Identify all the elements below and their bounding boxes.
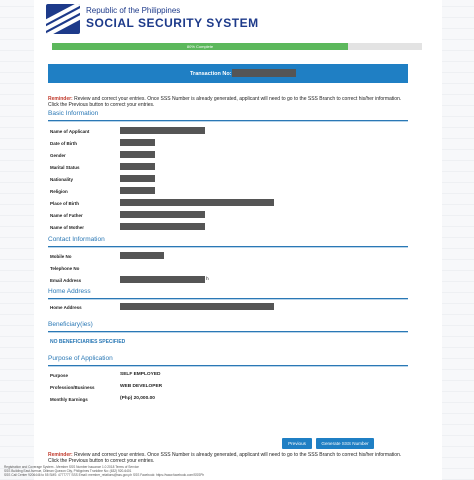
section-title: Beneficiary(ies) (48, 321, 93, 328)
profession-value: WEB DEVELOPER (120, 384, 163, 389)
field-label: Email Address (50, 278, 82, 283)
progress-label: 80% Complete (186, 44, 214, 49)
header-subtitle: Republic of the Philippines (86, 6, 181, 15)
email-tail: h (206, 277, 209, 282)
section-title: Home Address (48, 288, 91, 295)
value-redacted (120, 163, 155, 170)
monthly-earnings-value: (Php) 20,000.00 (120, 396, 155, 401)
header-title: SOCIAL SECURITY SYSTEM (86, 16, 259, 30)
section-title: Basic Information (48, 110, 99, 117)
field-label: Nationality (50, 177, 74, 182)
value-redacted (120, 211, 205, 218)
value-redacted (120, 303, 274, 310)
field-label: Purpose (50, 373, 69, 378)
field-label: Mobile No (50, 254, 72, 259)
field-label: Name of Father (50, 213, 83, 218)
registration-page: Republic of the Philippines SOCIAL SECUR… (34, 0, 442, 480)
generate-sss-number-button[interactable]: Generate SSS Number (316, 438, 374, 449)
field-label: Religion (50, 189, 68, 194)
value-redacted (120, 252, 164, 259)
field-label: Monthly Earnings (50, 397, 88, 402)
previous-button[interactable]: Previous (282, 438, 312, 449)
field-label: Marital Status (50, 165, 80, 170)
value-redacted (120, 187, 155, 194)
site-footer: Registration and Coverage System - Membe… (4, 465, 294, 477)
sss-logo-icon (46, 4, 80, 34)
value-redacted (120, 276, 205, 283)
transaction-number-redacted (232, 69, 296, 77)
field-label: Name of Applicant (50, 129, 90, 134)
value-redacted (120, 223, 205, 230)
section-basic-information: Basic Information (48, 110, 408, 122)
progress-bar: 80% Complete (52, 43, 422, 50)
reminder-bottom: Reminder: Review and correct your entrie… (48, 452, 408, 464)
reminder-text: Review and correct your entries. Once SS… (48, 452, 402, 464)
field-label: Name of Mother (50, 225, 85, 230)
value-redacted (120, 175, 155, 182)
section-beneficiaries: Beneficiary(ies) (48, 321, 408, 333)
value-redacted (120, 139, 155, 146)
value-redacted (120, 127, 205, 134)
field-label: Profession/Business (50, 385, 95, 390)
transaction-bar: Transaction No: (48, 64, 408, 83)
reminder-top: Reminder: Review and correct your entrie… (48, 96, 408, 108)
field-label: Home Address (50, 305, 82, 310)
transaction-label: Transaction No: (190, 71, 232, 77)
section-purpose: Purpose of Application (48, 355, 408, 367)
no-beneficiaries-text: NO BENEFICIARIES SPECIFIED (50, 339, 126, 345)
field-label: Place of Birth (50, 201, 80, 206)
purpose-value: SELF EMPLOYED (120, 372, 161, 377)
value-redacted (120, 199, 274, 206)
footer-line: SSS Call Center 9206446 to 55 SMS: 47777… (4, 473, 205, 477)
section-contact-information: Contact Information (48, 236, 408, 248)
reminder-text: Review and correct your entries. Once SS… (48, 96, 402, 108)
section-home-address: Home Address (48, 288, 408, 300)
section-title: Purpose of Application (48, 355, 113, 362)
section-title: Contact Information (48, 236, 105, 243)
value-redacted (120, 151, 155, 158)
field-label: Gender (50, 153, 66, 158)
field-label: Date of Birth (50, 141, 77, 146)
field-label: Telephone No (50, 266, 80, 271)
